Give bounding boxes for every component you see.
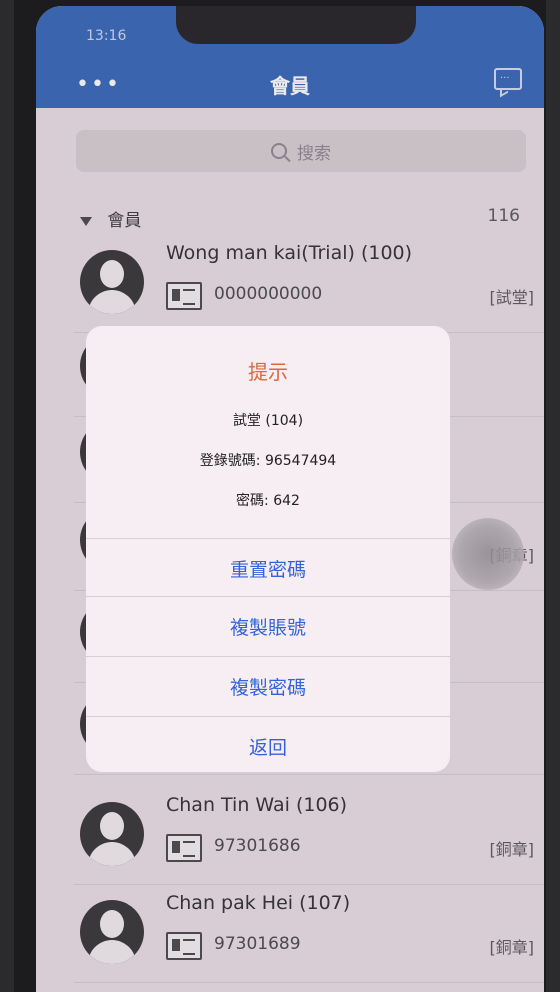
dialog-login-number: 登錄號碼: 96547494: [199, 453, 337, 469]
floating-assistive-button[interactable]: [452, 518, 524, 590]
copy-password-button[interactable]: 複製密碼: [86, 656, 450, 715]
reset-password-button[interactable]: 重置密碼: [86, 538, 450, 597]
dialog-password: 密碼: 642: [236, 493, 300, 509]
dialog-title: 提示: [248, 360, 288, 384]
copy-account-button[interactable]: 複製賬號: [86, 596, 450, 655]
dialog-member-label: 試堂 (104): [232, 413, 304, 429]
back-button[interactable]: 返回: [86, 716, 450, 772]
alert-dialog: 提示 試堂 (104) 登錄號碼: 96547494 密碼: 642 重置密碼 …: [86, 326, 450, 772]
